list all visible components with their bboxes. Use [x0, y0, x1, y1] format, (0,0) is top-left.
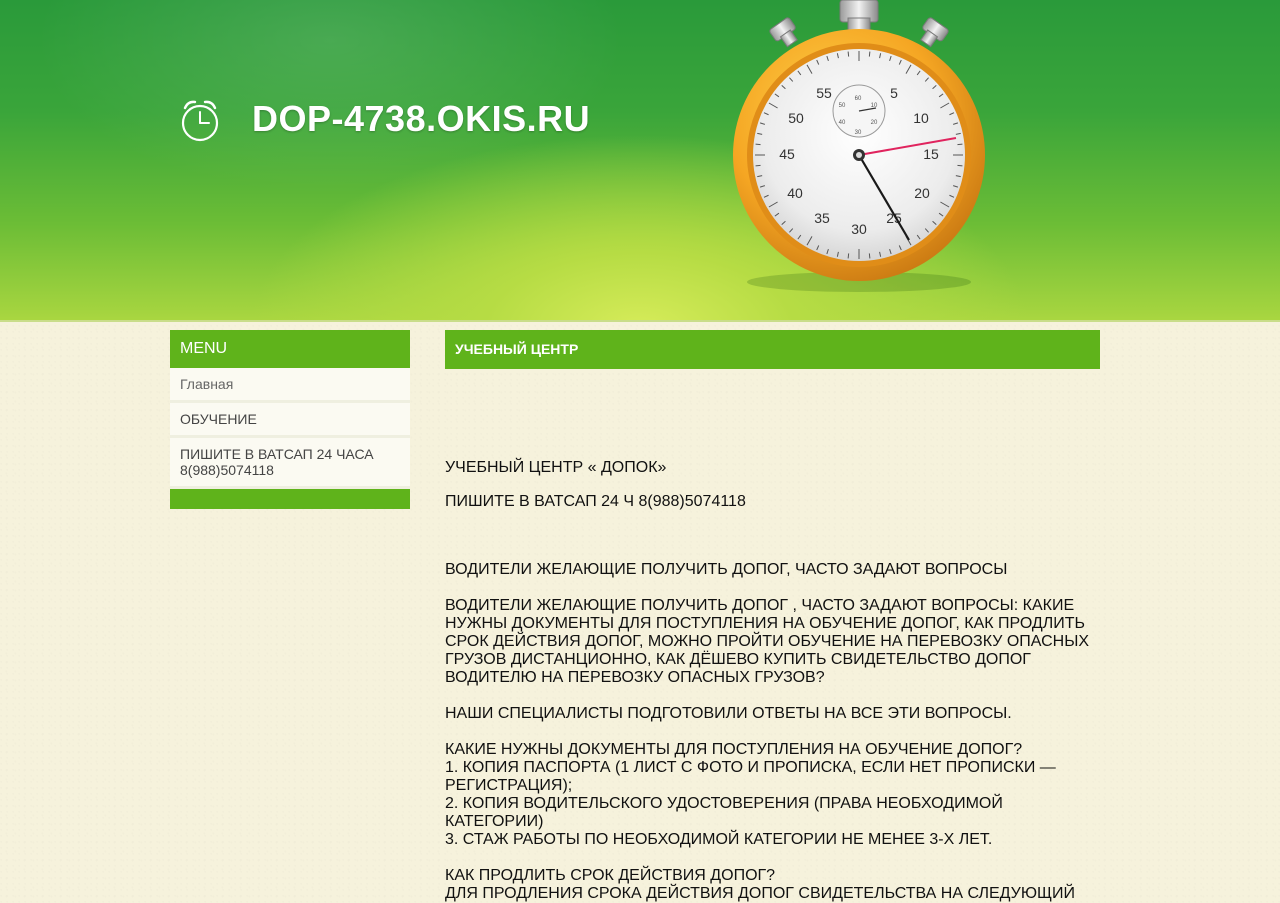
dial-tick — [868, 51, 871, 57]
small-dial-label: 50 — [839, 103, 846, 109]
dial-label: 20 — [914, 185, 930, 201]
list-item: 3. СТАЖ РАБОТЫ ПО НЕОБХОДИМОЙ КАТЕГОРИИ … — [445, 831, 993, 848]
site-title[interactable]: DOP-4738.OKIS.RU — [252, 98, 590, 140]
dial-tick — [847, 253, 850, 259]
main-content: УЧЕБНЫЙ ЦЕНТР УЧЕБНЫЙ ЦЕНТР « ДОПОК» ПИШ… — [445, 330, 1100, 903]
paragraph: УЧЕБНЫЙ ЦЕНТР « ДОПОК» — [445, 459, 667, 476]
dial-label: 10 — [913, 110, 929, 126]
alarm-clock-icon[interactable] — [178, 96, 222, 144]
paragraph: КАК ПРОДЛИТЬ СРОК ДЕЙСТВИЯ ДОПОГ? — [445, 867, 776, 884]
paragraph: КАКИЕ НУЖНЫ ДОКУМЕНТЫ ДЛЯ ПОСТУПЛЕНИЯ НА… — [445, 741, 1023, 758]
dial-label: 55 — [816, 85, 832, 101]
dial-label: 35 — [814, 210, 830, 226]
article-body: УЧЕБНЫЙ ЦЕНТР « ДОПОК» ПИШИТЕ В ВАТСАП 2… — [445, 459, 1100, 903]
dial-label: 5 — [890, 85, 898, 101]
dial-label: 15 — [923, 146, 939, 162]
dial-tick — [957, 164, 963, 167]
paragraph: ВОДИТЕЛИ ЖЕЛАЮЩИЕ ПОЛУЧИТЬ ДОПОГ , ЧАСТО… — [445, 597, 1090, 686]
sidebar-menu: MENU Главная ОБУЧЕНИЕ ПИШИТЕ В ВАТСАП 24… — [170, 330, 410, 509]
stopwatch-illustration: 55 5 50 10 45 15 40 20 35 25 30 60 10 50… — [733, 0, 985, 292]
dial-tick — [847, 51, 850, 57]
list-item: 1. КОПИЯ ПАСПОРТА (1 ЛИСТ С ФОТО И ПРОПИ… — [445, 759, 1056, 794]
dial-tick — [957, 143, 963, 146]
site-header: DOP-4738.OKIS.RU 55 5 50 10 45 15 40 20 … — [0, 0, 1280, 322]
list-item: 2. КОПИЯ ВОДИТЕЛЬСКОГО УДОСТОВЕРЕНИЯ (ПР… — [445, 795, 1003, 830]
sidebar-item-training[interactable]: ОБУЧЕНИЕ — [170, 403, 410, 438]
paragraph: ПИШИТЕ В ВАТСАП 24 Ч 8(988)5074118 — [445, 493, 746, 510]
dial-tick — [755, 143, 761, 146]
dial-tick — [755, 164, 761, 167]
dial-label: 30 — [851, 221, 867, 237]
menu-footer-bar — [170, 489, 410, 509]
paragraph: НАШИ СПЕЦИАЛИСТЫ ПОДГОТОВИЛИ ОТВЕТЫ НА В… — [445, 705, 1012, 722]
sidebar-item-whatsapp[interactable]: ПИШИТЕ В ВАТСАП 24 ЧАСА 8(988)5074118 — [170, 438, 410, 489]
dial-label: 40 — [787, 185, 803, 201]
dial-tick — [868, 253, 871, 259]
dial-label: 50 — [788, 110, 804, 126]
small-dial-label: 40 — [839, 120, 846, 126]
menu-title: MENU — [170, 330, 410, 368]
small-dial-label: 30 — [855, 130, 862, 136]
dial-label: 45 — [779, 146, 795, 162]
page-title: УЧЕБНЫЙ ЦЕНТР — [445, 330, 1100, 369]
paragraph: ДЛЯ ПРОДЛЕНИЯ СРОКА ДЕЙСТВИЯ ДОПОГ СВИДЕ… — [445, 885, 1075, 902]
small-dial-label: 60 — [855, 96, 862, 102]
paragraph: ВОДИТЕЛИ ЖЕЛАЮЩИЕ ПОЛУЧИТЬ ДОПОГ, ЧАСТО … — [445, 561, 1008, 578]
header-shine — [0, 0, 1280, 320]
small-dial-label: 20 — [871, 120, 878, 126]
sidebar-item-home[interactable]: Главная — [170, 368, 410, 403]
